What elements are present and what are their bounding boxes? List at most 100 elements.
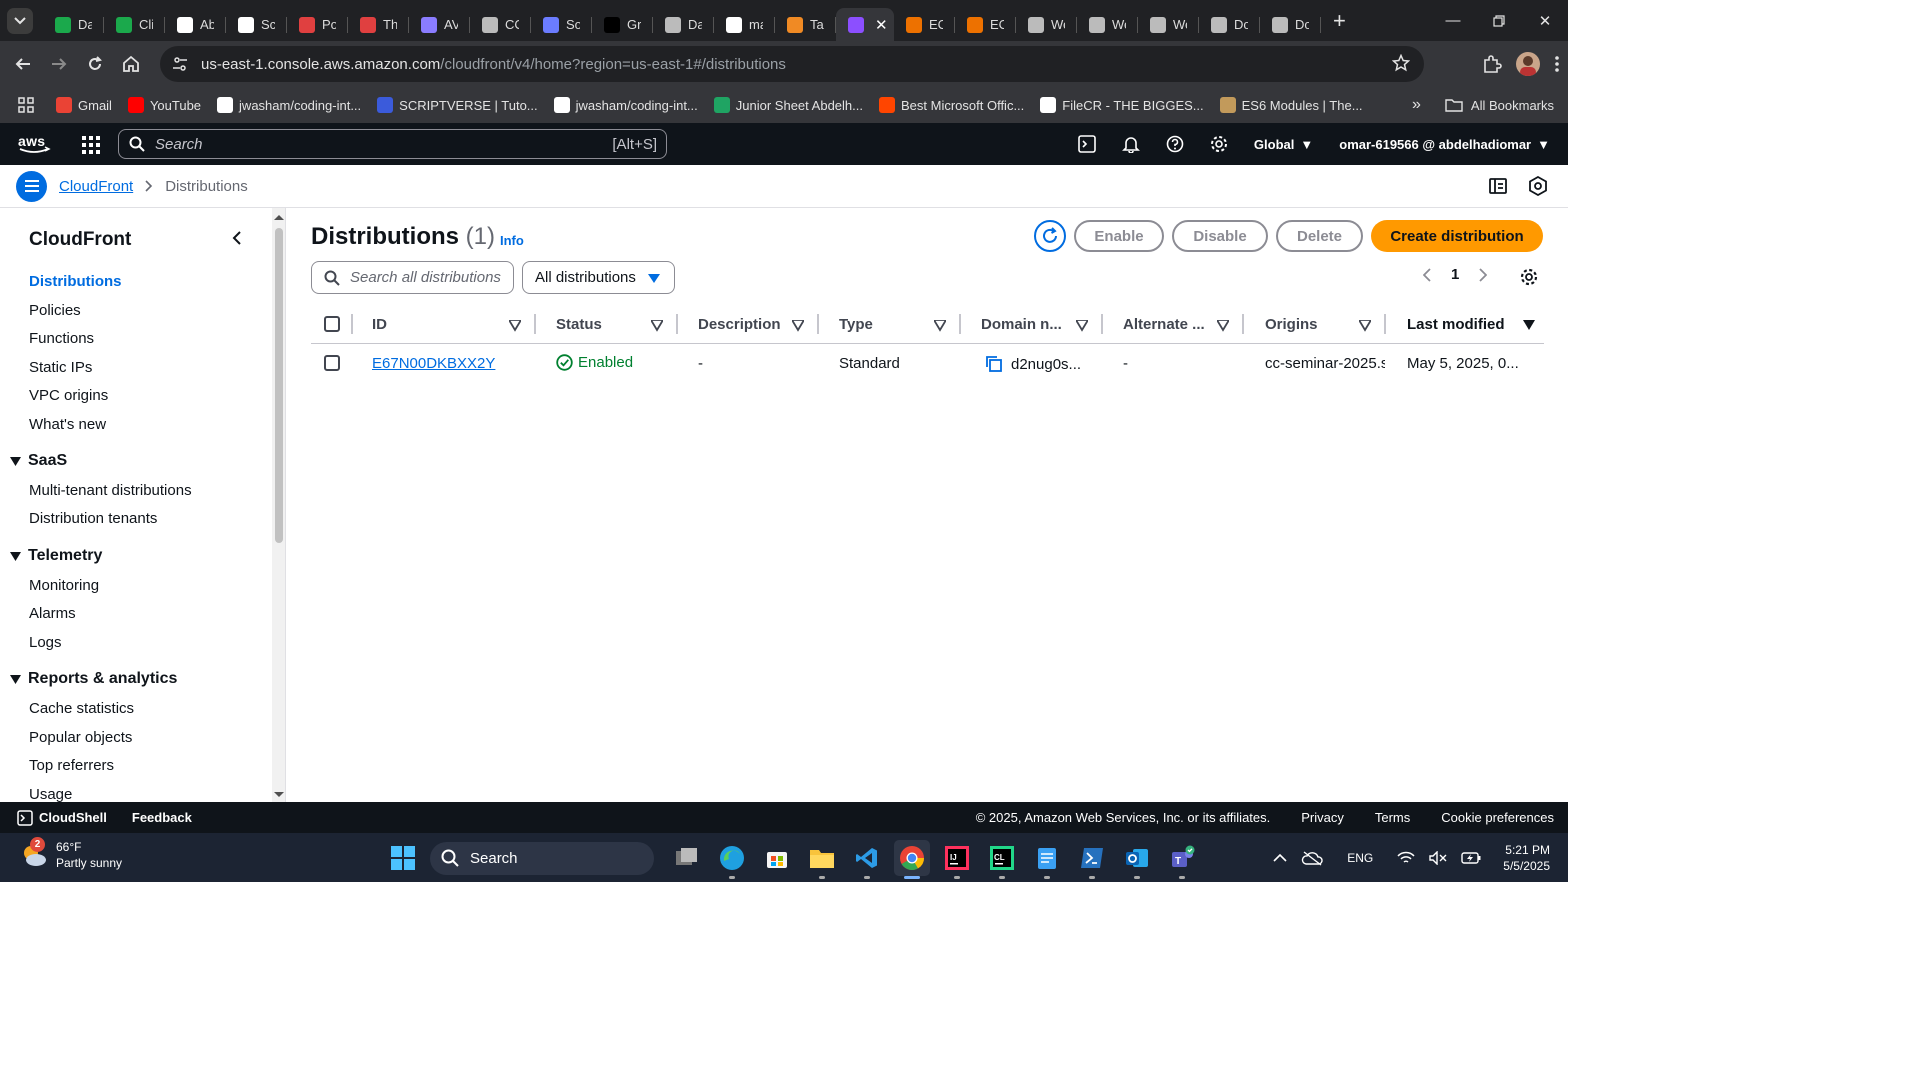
browser-tab[interactable]: We: [1138, 8, 1199, 41]
notepad-icon[interactable]: [1029, 840, 1065, 879]
create-distribution-button[interactable]: Create distribution: [1371, 220, 1543, 252]
browser-tab[interactable]: Po: [287, 8, 348, 41]
nav-section-telemetry[interactable]: Telemetry: [10, 547, 102, 565]
powershell-icon[interactable]: [1074, 840, 1110, 879]
help-icon[interactable]: [1166, 135, 1184, 153]
settings-gear-icon[interactable]: [1210, 135, 1228, 153]
column-header-alternate[interactable]: Alternate ...: [1123, 316, 1205, 333]
aws-logo[interactable]: aws: [17, 133, 51, 155]
column-header-last-modified[interactable]: Last modified: [1407, 316, 1505, 333]
column-header-description[interactable]: Description: [698, 316, 781, 333]
restore-button[interactable]: [1476, 0, 1522, 41]
settings-hex-icon[interactable]: [1528, 176, 1548, 196]
copy-icon[interactable]: [985, 355, 1003, 373]
browser-tab[interactable]: Th: [348, 8, 409, 41]
file-explorer-icon[interactable]: [804, 840, 840, 879]
extensions-icon[interactable]: [1482, 54, 1502, 74]
column-header-type[interactable]: Type: [839, 316, 873, 333]
cloudshell-icon[interactable]: [1078, 135, 1096, 153]
browser-tab[interactable]: AV: [409, 8, 470, 41]
cookie-preferences-link[interactable]: Cookie preferences: [1441, 810, 1554, 825]
browser-tab[interactable]: Do: [1260, 8, 1321, 41]
current-page[interactable]: 1: [1451, 266, 1459, 283]
browser-tab[interactable]: Da: [653, 8, 714, 41]
bookmark-item[interactable]: jwasham/coding-int...: [217, 97, 361, 113]
show-hidden-icons-chevron-icon[interactable]: [1273, 853, 1287, 862]
reload-button[interactable]: [77, 46, 113, 82]
nav-item-alarms[interactable]: Alarms: [29, 605, 76, 622]
start-button[interactable]: [385, 840, 421, 876]
microsoft-store-icon[interactable]: [759, 840, 795, 876]
browser-tab[interactable]: CC: [470, 8, 531, 41]
nav-item-top-referrers[interactable]: Top referrers: [29, 757, 114, 774]
close-window-button[interactable]: ✕: [1522, 0, 1568, 41]
breadcrumb-service-link[interactable]: CloudFront: [59, 178, 133, 195]
nav-section-reports[interactable]: Reports & analytics: [10, 670, 177, 688]
edge-icon[interactable]: [714, 840, 750, 879]
info-link[interactable]: Info: [500, 233, 524, 248]
feedback-link[interactable]: Feedback: [132, 810, 192, 825]
browser-tab[interactable]: Do: [1199, 8, 1260, 41]
battery-icon[interactable]: [1461, 851, 1481, 865]
more-bookmarks-icon[interactable]: »: [1412, 96, 1421, 114]
weather-widget[interactable]: 2 66°F Partly sunny: [20, 837, 122, 871]
refresh-button[interactable]: [1034, 220, 1066, 252]
browser-tab[interactable]: We: [1077, 8, 1138, 41]
nav-item-monitoring[interactable]: Monitoring: [29, 577, 99, 594]
bookmark-item[interactable]: FileCR - THE BIGGES...: [1040, 97, 1204, 113]
bookmark-item[interactable]: Best Microsoft Offic...: [878, 97, 1024, 113]
wifi-icon[interactable]: [1397, 851, 1415, 865]
browser-tab[interactable]: Sc: [226, 8, 287, 41]
next-page-icon[interactable]: [1479, 267, 1488, 282]
nav-item-static-ips[interactable]: Static IPs: [29, 359, 92, 376]
prev-page-icon[interactable]: [1423, 267, 1431, 282]
browser-tab[interactable]: Cli: [104, 8, 165, 41]
outlook-icon[interactable]: [1119, 840, 1155, 879]
bookmark-item[interactable]: jwasham/coding-int...: [553, 97, 698, 113]
profile-avatar[interactable]: [1516, 52, 1540, 76]
scrollbar-thumb[interactable]: [275, 228, 283, 543]
side-nav-toggle[interactable]: [16, 170, 47, 202]
enable-button[interactable]: Enable: [1074, 220, 1164, 252]
browser-tab[interactable]: Ab: [165, 8, 226, 41]
bookmark-star-icon[interactable]: [1392, 54, 1410, 72]
browser-tab[interactable]: Da: [43, 8, 104, 41]
nav-item-policies[interactable]: Policies: [29, 302, 81, 319]
forward-button[interactable]: [41, 46, 77, 82]
notifications-panel-icon[interactable]: [1488, 176, 1508, 196]
side-nav-title[interactable]: CloudFront: [29, 229, 131, 251]
column-header-domain[interactable]: Domain n...: [981, 316, 1062, 333]
nav-item-functions[interactable]: Functions: [29, 330, 94, 347]
column-header-status[interactable]: Status: [556, 316, 602, 333]
onedrive-offline-icon[interactable]: [1301, 850, 1323, 866]
services-grid-icon[interactable]: [82, 136, 100, 154]
distribution-filter-select[interactable]: All distributions: [522, 261, 675, 294]
back-button[interactable]: [5, 46, 41, 82]
all-bookmarks-button[interactable]: All Bookmarks: [1445, 98, 1554, 113]
intellij-icon[interactable]: IJ: [939, 840, 975, 879]
nav-item-usage[interactable]: Usage: [29, 786, 72, 802]
clock[interactable]: 5:21 PM 5/5/2025: [1503, 842, 1550, 874]
minimize-button[interactable]: —: [1430, 0, 1476, 41]
table-row[interactable]: E67N00DKBXX2Y Enabled - Standard d2nug0s…: [311, 344, 1544, 382]
nav-section-saas[interactable]: SaaS: [10, 452, 67, 470]
teams-icon[interactable]: T: [1164, 840, 1200, 879]
browser-tab[interactable]: EC: [894, 8, 955, 41]
home-button[interactable]: [113, 46, 149, 82]
aws-search-input[interactable]: Search [Alt+S]: [118, 129, 667, 159]
browser-tab[interactable]: So: [531, 8, 592, 41]
nav-item-distribution-tenants[interactable]: Distribution tenants: [29, 510, 157, 527]
clion-icon[interactable]: CL: [984, 840, 1020, 879]
browser-tab[interactable]: ✕: [836, 8, 894, 41]
taskbar-search[interactable]: Search: [430, 841, 654, 875]
notifications-bell-icon[interactable]: [1121, 135, 1140, 153]
nav-item-vpc-origins[interactable]: VPC origins: [29, 387, 108, 404]
distribution-search-input[interactable]: Search all distributions: [311, 261, 514, 294]
distribution-id-link[interactable]: E67N00DKBXX2Y: [372, 355, 495, 372]
nav-item-popular-objects[interactable]: Popular objects: [29, 729, 132, 746]
browser-tab[interactable]: EC: [955, 8, 1016, 41]
nav-item-distributions[interactable]: Distributions: [29, 273, 122, 290]
address-bar[interactable]: us-east-1.console.aws.amazon.com/cloudfr…: [160, 46, 1424, 82]
column-header-id[interactable]: ID: [372, 316, 387, 333]
bookmark-item[interactable]: Gmail: [56, 97, 112, 113]
